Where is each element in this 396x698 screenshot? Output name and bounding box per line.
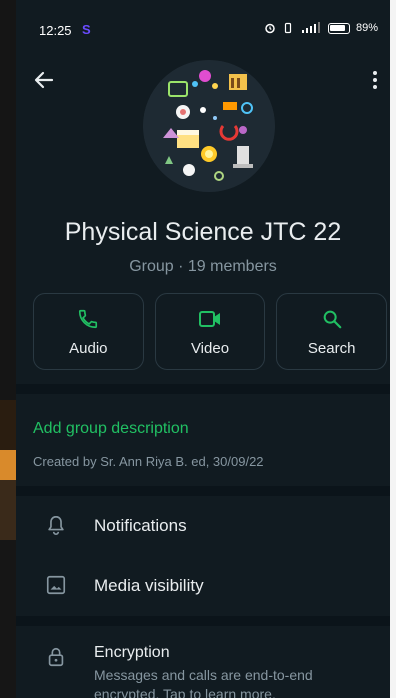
vibrate-icon: [284, 22, 292, 34]
video-icon: [199, 311, 220, 327]
video-call-button[interactable]: Video: [154, 293, 266, 370]
group-info-screen: 12:25 S 89% Physical Science JTC 22 Grou…: [16, 0, 390, 698]
description-section: Add group description Created by Sr. Ann…: [16, 394, 390, 486]
add-group-description-link[interactable]: Add group description: [33, 420, 189, 438]
more-options-icon[interactable]: [370, 68, 380, 92]
bell-icon: [48, 515, 64, 535]
media-visibility-label: Media visibility: [94, 576, 204, 595]
media-visibility-row[interactable]: Media visibility: [16, 556, 390, 616]
search-button[interactable]: Search: [276, 293, 388, 370]
section-divider: [16, 616, 390, 626]
group-created-info: Created by Sr. Ann Riya B. ed, 30/09/22: [33, 454, 264, 469]
phone-icon: [79, 309, 98, 329]
search-label: Search: [307, 340, 356, 357]
section-divider: [16, 486, 390, 496]
lock-icon: [48, 647, 64, 667]
section-divider: [16, 384, 390, 394]
notifications-row[interactable]: Notifications: [16, 496, 390, 556]
search-icon: [323, 310, 342, 329]
group-avatar[interactable]: [143, 60, 275, 192]
audio-call-button[interactable]: Audio: [33, 293, 144, 370]
encryption-title: Encryption: [94, 644, 170, 661]
science-illustration-icon: [143, 60, 275, 192]
background-right-edge: [390, 0, 396, 698]
audio-call-label: Audio: [69, 340, 108, 357]
back-arrow-icon[interactable]: [32, 68, 56, 92]
app-notification-badge: S: [82, 22, 91, 37]
notifications-label: Notifications: [94, 516, 187, 535]
group-member-count[interactable]: Group · 19 members: [16, 258, 390, 276]
status-time: 12:25: [39, 23, 72, 38]
image-icon: [46, 575, 66, 595]
group-header: Physical Science JTC 22 Group · 19 membe…: [16, 40, 390, 384]
status-icons: 89%: [264, 22, 378, 34]
background-app-edge: [0, 0, 16, 698]
video-call-label: Video: [190, 340, 230, 357]
signal-icon: [301, 22, 320, 33]
group-name[interactable]: Physical Science JTC 22: [16, 218, 390, 247]
status-bar: 12:25 S 89%: [16, 0, 390, 40]
battery-icon: [327, 22, 350, 34]
battery-level: 89%: [355, 22, 378, 34]
encryption-subtitle: Messages and calls are end-to-end encryp…: [94, 667, 313, 698]
encryption-row[interactable]: Encryption Messages and calls are end-to…: [16, 626, 390, 698]
alarm-icon: [265, 23, 275, 34]
settings-section: Notifications Media visibility: [16, 496, 390, 616]
action-buttons-row: Audio Video Search: [33, 293, 388, 370]
